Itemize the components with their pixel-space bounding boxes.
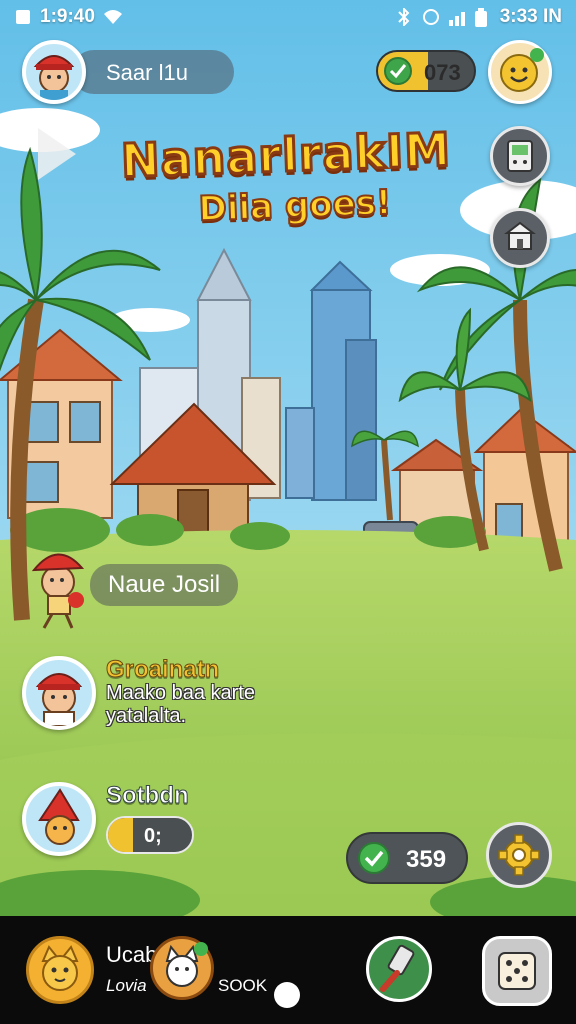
chef-character-icon xyxy=(33,55,75,100)
list-item[interactable]: Groainatn Maako baa karte yatalalta. xyxy=(22,650,302,740)
device-button[interactable] xyxy=(490,126,550,186)
entry-avatar xyxy=(22,656,96,730)
status-time-left: 1:9:40 xyxy=(40,6,95,27)
bluetooth-icon xyxy=(396,6,414,28)
wifi-icon xyxy=(103,8,122,26)
play-arrow-icon[interactable] xyxy=(38,128,76,180)
status-bar: 1:9:40 3:33 IN xyxy=(0,0,576,34)
game-subtitle: Diia goes! xyxy=(197,182,393,231)
bonus-value: 359 xyxy=(406,846,447,873)
entry-name-pill: Naue Josil xyxy=(90,564,239,606)
entry-title: Sotbdn xyxy=(106,782,190,810)
list-item[interactable]: Sotbdn 0; xyxy=(22,778,302,868)
white-cat-icon xyxy=(165,942,208,987)
grater-knife-icon xyxy=(380,944,415,992)
entry-progress-text: 0; xyxy=(144,825,162,847)
handheld-device-icon xyxy=(507,140,533,172)
dice-button[interactable] xyxy=(482,936,552,1006)
check-icon xyxy=(358,842,390,874)
cat-face-icon xyxy=(41,945,79,991)
settings-button[interactable] xyxy=(486,822,552,888)
alarm-icon xyxy=(422,8,440,26)
player-name: Saar l1u xyxy=(106,60,188,85)
nav-label-right: SOOK xyxy=(218,976,268,995)
progress-fill xyxy=(108,818,134,852)
signal-icon xyxy=(448,8,466,26)
status-time-right: 3:33 IN xyxy=(499,6,562,27)
gnome-character-icon xyxy=(38,788,80,845)
entry-subtitle-line1: Maako baa karte xyxy=(106,682,255,704)
shop-button[interactable] xyxy=(490,208,550,268)
coin-value: 073 xyxy=(424,60,461,85)
gear-icon xyxy=(498,834,540,876)
player-avatar[interactable] xyxy=(22,40,86,104)
chef-character-icon xyxy=(35,673,83,726)
cat-face-button[interactable] xyxy=(26,936,94,1004)
check-coin-icon xyxy=(384,57,412,85)
nav-label-left: Lovia xyxy=(106,976,147,995)
store-icon xyxy=(504,221,536,250)
smiley-face-icon xyxy=(500,48,544,92)
entry-avatar xyxy=(22,782,96,856)
emoji-profile-button[interactable] xyxy=(488,40,552,104)
white-cat-button[interactable] xyxy=(150,936,214,1000)
list-item[interactable]: Naue Josil xyxy=(24,540,254,630)
player-profile-chip[interactable]: Saar l1u xyxy=(22,40,234,106)
bonus-counter[interactable]: 359 xyxy=(346,832,468,884)
coin-counter[interactable]: 073 xyxy=(376,50,476,92)
entry-subtitle-line2: yatalalta. xyxy=(106,705,187,727)
entry-progress-bar: 0; xyxy=(106,816,194,854)
home-indicator[interactable] xyxy=(274,982,300,1008)
notification-icon xyxy=(14,8,32,26)
battery-icon xyxy=(474,8,492,27)
cooking-button[interactable] xyxy=(366,936,432,1002)
entry-title: Groainatn xyxy=(105,656,220,684)
dice-icon xyxy=(498,952,536,990)
